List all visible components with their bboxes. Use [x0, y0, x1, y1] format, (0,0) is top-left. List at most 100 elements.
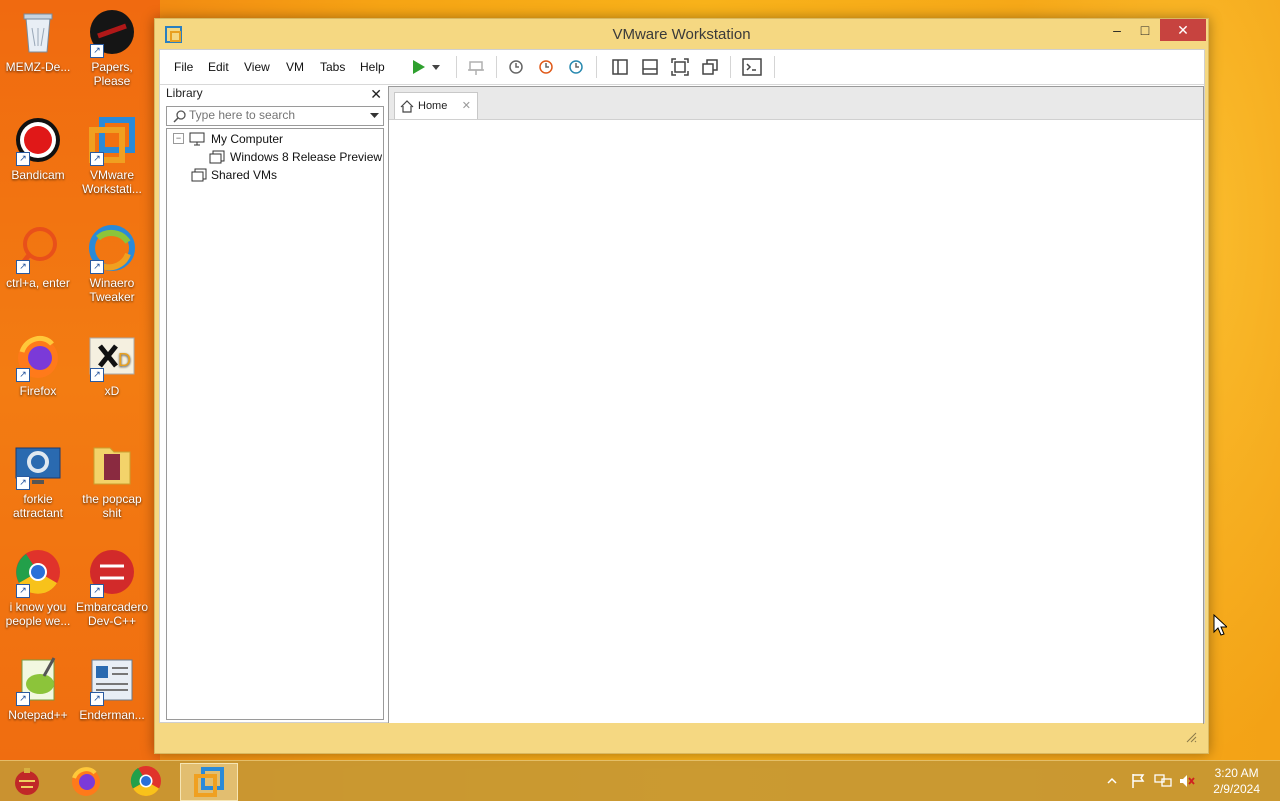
menu-file[interactable]: File	[174, 60, 193, 74]
start-button[interactable]	[0, 763, 54, 799]
desktop-icon-label: i know you people we...	[5, 600, 71, 628]
desktop-icon-label: Notepad++	[8, 708, 68, 722]
close-button[interactable]: ✕	[1160, 19, 1206, 41]
volume-muted-icon[interactable]	[1178, 773, 1196, 789]
menu-view[interactable]: View	[244, 60, 270, 74]
menu-vm[interactable]: VM	[286, 60, 304, 74]
title-bar[interactable]: VMware Workstation – □ ✕	[155, 19, 1208, 49]
vmware-icon	[194, 767, 224, 797]
taskbar-chrome[interactable]	[118, 763, 174, 799]
winaero-icon: ↗	[88, 224, 136, 274]
tree-collapse-toggle[interactable]: −	[173, 133, 184, 144]
desktop-icon-notepadpp[interactable]: ↗ Notepad++	[0, 656, 76, 722]
tree-item-windows-8-vm[interactable]: Windows 8 Release Preview	[230, 150, 382, 164]
desktop-icon-label: Bandicam	[11, 168, 65, 182]
computer-icon	[189, 132, 205, 146]
vmware-icon: ↗	[88, 116, 136, 166]
recycle-bin-icon	[14, 8, 62, 56]
taskbar-firefox[interactable]	[58, 763, 114, 799]
desktop-icon-label: MEMZ-De...	[5, 60, 71, 74]
play-icon[interactable]	[408, 57, 428, 77]
desktop-icon-label: forkie attractant	[12, 492, 64, 520]
desktop-icon-ctrl-a[interactable]: ↗ ctrl+a, enter	[0, 224, 76, 290]
home-icon	[400, 100, 414, 113]
show-hidden-icons-icon[interactable]	[1106, 775, 1118, 787]
search-icon	[173, 110, 186, 123]
desktop-icon-label: xD	[104, 384, 120, 398]
desktop-icon-label: ctrl+a, enter	[6, 276, 70, 290]
main-content-area: Home ✕	[388, 86, 1204, 724]
clock-date: 2/9/2024	[1213, 782, 1260, 796]
vmware-window: VMware Workstation – □ ✕ File Edit View …	[154, 18, 1209, 754]
hxd-icon: D ↗	[88, 332, 136, 382]
desktop-icon-forkie[interactable]: ↗ forkie attractant	[0, 440, 76, 520]
desktop-icon-bandicam[interactable]: ↗ Bandicam	[0, 116, 76, 182]
show-thumbnail-bar-icon[interactable]	[640, 57, 660, 77]
maximize-button[interactable]: □	[1130, 19, 1160, 41]
desktop-icon-label: Papers, Please	[91, 60, 133, 88]
status-bar	[159, 723, 1203, 747]
desktop-icon-vmware[interactable]: ↗ VMware Workstati...	[74, 116, 150, 196]
firefox-icon	[72, 767, 100, 796]
menu-help[interactable]: Help	[360, 60, 385, 74]
library-header: Library ✕	[166, 86, 384, 106]
snapshot-manager-icon[interactable]	[566, 57, 586, 77]
papers-please-icon: ↗	[88, 8, 136, 58]
bandicam-icon: ↗	[14, 116, 62, 166]
library-title: Library	[166, 86, 203, 100]
clock-time: 3:20 AM	[1214, 766, 1259, 780]
desktop-icon-devcpp[interactable]: ↗ Embarcadero Dev-C++	[74, 548, 150, 628]
window-title: VMware Workstation	[612, 26, 751, 43]
chrome-icon	[130, 766, 161, 797]
desktop-icon-label: Embarcadero Dev-C++	[75, 600, 149, 628]
tab-close-icon[interactable]: ✕	[462, 99, 471, 112]
snapshot-icon[interactable]	[506, 57, 526, 77]
tree-item-shared-vms[interactable]: Shared VMs	[211, 168, 277, 182]
desktop-icon-xd[interactable]: D ↗ xD	[74, 332, 150, 398]
desktop-icon-label: Enderman...	[79, 708, 145, 722]
taskbar-clock[interactable]: 3:20 AM 2/9/2024	[1213, 765, 1260, 797]
desktop-icon-winaero[interactable]: ↗ Winaero Tweaker	[74, 224, 150, 304]
play-dropdown-icon[interactable]	[430, 57, 442, 77]
desktop-icon-firefox[interactable]: ↗ Firefox	[0, 332, 76, 398]
toolbar-separator	[730, 56, 731, 78]
resize-grip-icon[interactable]	[1185, 731, 1197, 743]
window-client: File Edit View VM Tabs Help Library ✕ Ty…	[159, 49, 1205, 724]
toolbar-separator	[774, 56, 775, 78]
system-tray	[1106, 761, 1196, 801]
vm-icon	[209, 150, 225, 164]
shared-vms-icon	[191, 168, 207, 182]
console-view-icon[interactable]	[742, 57, 762, 77]
desktop-icon-label: VMware Workstati...	[82, 168, 142, 196]
settings-computer-icon: ↗	[14, 440, 62, 490]
desktop-icon-chrome[interactable]: ↗ i know you people we...	[0, 548, 76, 628]
start-ornament-icon	[15, 768, 39, 795]
minimize-button[interactable]: –	[1102, 19, 1132, 41]
library-close-icon[interactable]: ✕	[370, 86, 382, 103]
show-library-icon[interactable]	[610, 57, 630, 77]
search-dropdown-icon[interactable]	[370, 112, 379, 120]
desktop-icon-papers-please[interactable]: ↗ Papers, Please	[74, 8, 150, 88]
tree-item-my-computer[interactable]: My Computer	[211, 132, 283, 146]
unity-icon[interactable]	[700, 57, 720, 77]
orange-search-icon: ↗	[14, 224, 62, 274]
desktop-icon-memz[interactable]: MEMZ-De...	[0, 8, 76, 74]
tab-home[interactable]: Home ✕	[394, 92, 478, 119]
library-search-box[interactable]	[166, 106, 384, 126]
toolbar-separator	[496, 56, 497, 78]
taskbar-vmware[interactable]	[180, 763, 238, 801]
notepadpp-icon: ↗	[14, 656, 62, 706]
menu-edit[interactable]: Edit	[208, 60, 229, 74]
toolbar-separator	[596, 56, 597, 78]
devcpp-icon: ↗	[88, 548, 136, 598]
library-search-input[interactable]	[189, 108, 359, 122]
desktop-icon-enderman[interactable]: ↗ Enderman...	[74, 656, 150, 722]
desktop-icon-popcap[interactable]: the popcap shit	[74, 440, 150, 520]
network-icon[interactable]	[1154, 773, 1172, 789]
menu-tabs[interactable]: Tabs	[320, 60, 345, 74]
action-center-flag-icon[interactable]	[1130, 773, 1146, 789]
revert-snapshot-icon[interactable]	[536, 57, 556, 77]
send-ctrl-alt-del-icon[interactable]	[466, 57, 486, 77]
full-screen-icon[interactable]	[670, 57, 690, 77]
desktop-icon-label: the popcap shit	[82, 492, 142, 520]
